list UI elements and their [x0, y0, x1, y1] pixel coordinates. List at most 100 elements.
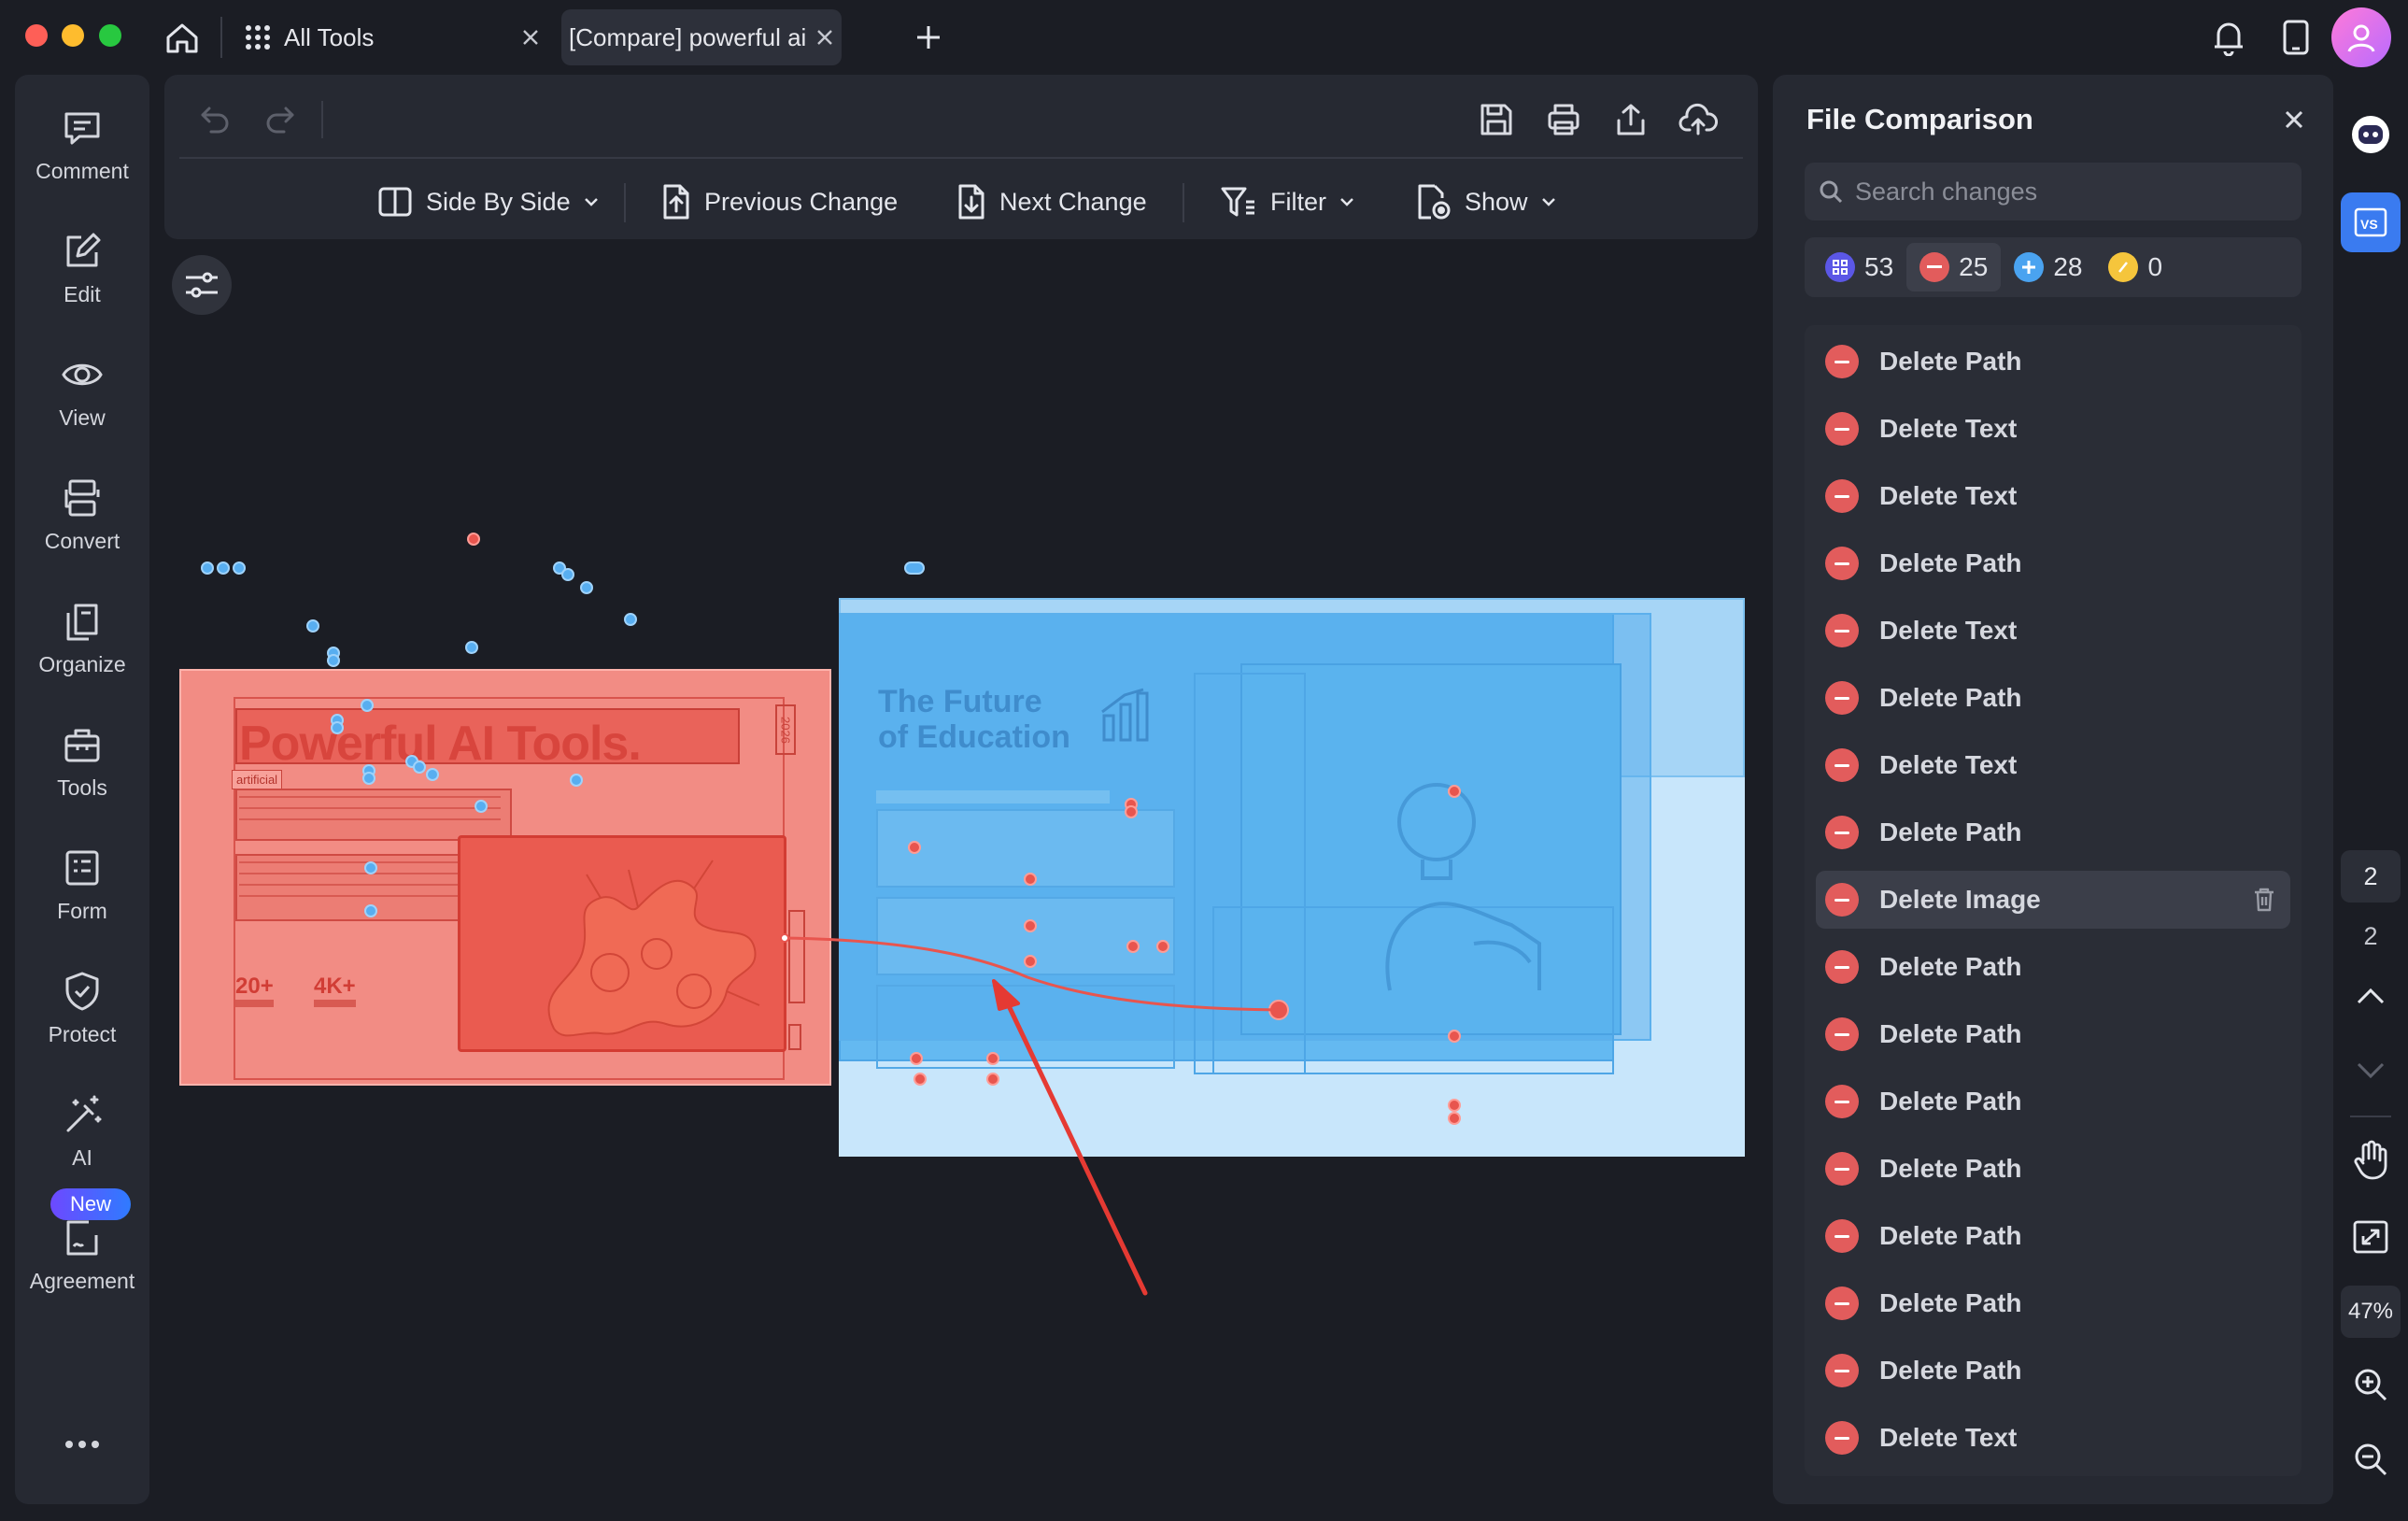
change-list-item[interactable]: Delete Text — [1816, 736, 2290, 794]
sidebar-item-tools[interactable]: Tools — [15, 699, 149, 802]
share-icon[interactable] — [1608, 97, 1653, 142]
close-icon[interactable] — [514, 21, 547, 54]
change-list-item[interactable]: Delete Path — [1816, 333, 2290, 391]
change-list-item[interactable]: Delete Path — [1816, 1073, 2290, 1130]
bell-icon[interactable] — [2206, 15, 2251, 60]
change-list-item[interactable]: Delete Path — [1816, 803, 2290, 861]
document-stat: 4K+ — [314, 974, 356, 1007]
change-label: Delete Path — [1879, 683, 2022, 712]
pencil-circle-icon — [2108, 252, 2139, 282]
show-icon — [1418, 184, 1451, 220]
close-window-button[interactable] — [25, 24, 48, 47]
next-change-button[interactable]: Next Change — [956, 176, 1147, 228]
tab-all-tools[interactable]: All Tools — [232, 9, 547, 65]
grid-icon — [239, 19, 276, 56]
sidebar-item-protect[interactable]: Protect — [15, 945, 149, 1048]
sidebar-item-comment[interactable]: Comment — [15, 82, 149, 185]
hand-tool-button[interactable] — [2341, 1134, 2401, 1187]
change-list-item[interactable]: Delete Path — [1816, 1342, 2290, 1400]
sidebar-item-label: Comment — [35, 159, 129, 183]
minimize-window-button[interactable] — [62, 24, 84, 47]
current-page-field[interactable]: 2 — [2341, 850, 2401, 903]
search-icon — [1820, 180, 1843, 204]
save-icon[interactable] — [1474, 97, 1519, 142]
change-list-item[interactable]: Delete Path — [1816, 1274, 2290, 1332]
print-icon[interactable] — [1541, 97, 1586, 142]
ai-assistant-button[interactable] — [2341, 110, 2401, 159]
tab-separator — [220, 17, 222, 58]
home-icon[interactable] — [161, 17, 204, 60]
tab-compare[interactable]: [Compare] powerful ai... — [561, 9, 842, 65]
sidebar-item-organize[interactable]: Organize — [15, 576, 149, 678]
tab-label: All Tools — [284, 22, 375, 51]
fit-page-button[interactable] — [2341, 1211, 2401, 1263]
maximize-window-button[interactable] — [99, 24, 121, 47]
original-document-page[interactable]: Powerful AI Tools. artificial 2026 20+ 4… — [179, 669, 831, 1086]
document-title-line: of Education — [878, 719, 1070, 755]
cloud-upload-icon[interactable] — [1676, 97, 1721, 142]
document-year: 2026 — [775, 704, 796, 755]
zoom-in-button[interactable] — [2341, 1358, 2401, 1411]
current-page-number: 2 — [2363, 861, 2378, 890]
change-list-item[interactable]: Delete Path — [1816, 938, 2290, 996]
previous-change-label: Previous Change — [704, 187, 899, 216]
plus-circle-icon — [2014, 252, 2045, 282]
sidebar-item-form[interactable]: Form — [15, 822, 149, 925]
close-icon[interactable] — [808, 21, 842, 54]
undo-icon[interactable] — [192, 97, 237, 142]
compare-vs-icon: VS — [2354, 207, 2387, 237]
sidebar-item-label: Protect — [48, 1022, 117, 1046]
document-title: The Future of Education — [878, 684, 1070, 755]
minus-circle-icon — [1825, 345, 1859, 378]
next-page-button[interactable] — [2341, 1048, 2401, 1093]
rail-divider — [2350, 1116, 2391, 1117]
search-input[interactable] — [1855, 177, 2285, 206]
new-tab-icon[interactable] — [910, 19, 947, 56]
change-list-item[interactable]: Delete Path — [1816, 669, 2290, 727]
device-icon[interactable] — [2273, 15, 2318, 60]
filter-all-changes[interactable]: 53 — [1812, 243, 1906, 291]
show-dropdown[interactable]: Show — [1416, 176, 1556, 228]
filter-deleted-changes[interactable]: 25 — [1906, 243, 2002, 291]
sidebar-item-ai[interactable]: AI — [15, 1069, 149, 1172]
change-list-item[interactable]: Delete Text — [1816, 602, 2290, 660]
chevron-down-icon — [2357, 1062, 2385, 1079]
zoom-level-field[interactable]: 47% — [2341, 1286, 2401, 1338]
filter-added-changes[interactable]: 28 — [2001, 243, 2095, 291]
minus-circle-icon — [1825, 883, 1859, 917]
change-list-item[interactable]: Delete Image — [1816, 871, 2290, 929]
zoom-out-button[interactable] — [2341, 1433, 2401, 1485]
change-list-item[interactable]: Delete Path — [1816, 1140, 2290, 1198]
change-label: Delete Path — [1879, 952, 2022, 981]
avatar[interactable] — [2331, 7, 2391, 67]
more-button[interactable] — [15, 1420, 149, 1495]
search-changes-field[interactable] — [1805, 163, 2302, 220]
sidebar-item-label: Form — [57, 899, 107, 923]
sidebar-item-edit[interactable]: Edit — [15, 206, 149, 308]
deleted-image-region[interactable] — [458, 835, 786, 1052]
filter-dropdown[interactable]: Filter — [1220, 176, 1354, 228]
sidebar-item-convert[interactable]: Convert — [15, 452, 149, 555]
change-list-item[interactable]: Delete Text — [1816, 467, 2290, 525]
eye-icon — [62, 363, 103, 386]
side-by-side-dropdown[interactable]: Side By Side — [377, 176, 599, 228]
change-list-item[interactable]: Delete Path — [1816, 1207, 2290, 1265]
change-list-item[interactable]: Delete Text — [1816, 1409, 2290, 1467]
change-label: Delete Path — [1879, 1087, 2022, 1116]
toolbox-icon — [64, 729, 100, 762]
redo-icon[interactable] — [258, 97, 303, 142]
change-list-item[interactable]: Delete Path — [1816, 534, 2290, 592]
previous-page-button[interactable] — [2341, 974, 2401, 1018]
document-tag: artificial — [232, 770, 283, 789]
file-comparison-toggle[interactable]: VS — [2341, 192, 2401, 252]
change-list-item[interactable]: Delete Text — [1816, 400, 2290, 458]
left-sidebar: Comment Edit View Convert Organize Tools… — [15, 75, 149, 1504]
filter-icon — [1221, 187, 1254, 217]
sidebar-item-view[interactable]: View — [15, 329, 149, 432]
filter-modified-changes[interactable]: 0 — [2095, 243, 2175, 291]
change-list-item[interactable]: Delete Path — [1816, 1005, 2290, 1063]
revised-document-page[interactable]: The Future of Education — [839, 598, 1745, 1157]
trash-icon[interactable] — [2253, 887, 2275, 917]
previous-change-button[interactable]: Previous Change — [661, 176, 898, 228]
close-icon[interactable] — [2275, 101, 2313, 138]
